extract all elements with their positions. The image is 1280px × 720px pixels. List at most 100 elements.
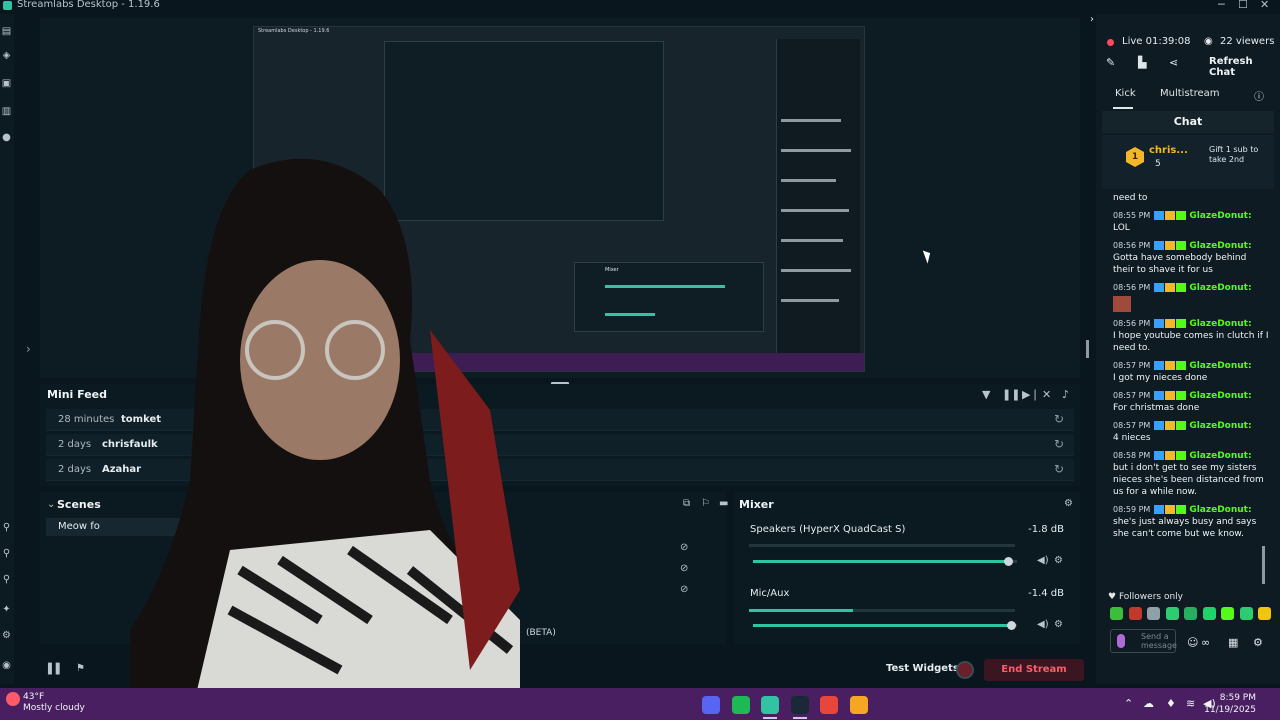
volume-icon[interactable]: ♪ [1062,388,1069,401]
performance-icon[interactable]: ▌▌ [48,664,63,675]
collapse-chevron-icon[interactable]: ⌄ [47,499,55,510]
tab-multistream[interactable]: Multistream [1160,88,1220,99]
editor-nav-icon[interactable]: ▤ [1,26,12,37]
emote-icon[interactable] [1239,607,1253,620]
end-stream-button[interactable]: End Stream [984,659,1084,681]
tab-kick[interactable]: Kick [1115,88,1136,99]
collapse-dock-chevron-icon[interactable]: › [1090,14,1094,25]
fl-studio-icon[interactable] [849,696,868,714]
emote-icon[interactable] [1110,607,1123,620]
cloud-icon[interactable]: ☁ [1143,697,1154,710]
emote-icon[interactable] [1184,607,1197,620]
mute-alerts-icon[interactable]: ✕ [1042,388,1051,401]
emote-icon[interactable] [1165,607,1179,620]
chat-message-list: need to 08:55 PM GlazeDonut: LOL 08:56 PM Gl… [1102,190,1274,586]
emote-icon[interactable] [1202,607,1216,620]
folder-icon[interactable]: ▬ [719,498,728,509]
maximize-icon[interactable]: ☐ [1238,0,1248,11]
app-link-icon[interactable]: ⚲ [1,522,12,533]
badge-icon [1165,283,1176,292]
chat-username[interactable]: GlazeDonut: [1189,241,1251,251]
chat-settings-icon[interactable]: ⚙ [1253,636,1263,649]
audio-settings-icon[interactable]: ⚙ [1054,555,1063,566]
emote-icon[interactable] [1221,607,1234,620]
chat-username[interactable]: GlazeDonut: [1189,391,1251,401]
chat-username[interactable]: GlazeDonut: [1189,421,1251,431]
visibility-icon[interactable]: ⊘ [680,584,688,595]
expand-left-chevron-icon[interactable]: › [26,342,31,356]
test-widgets-button[interactable]: Test Widgets [886,663,959,674]
steam-icon[interactable] [790,696,809,714]
mute-icon[interactable]: ◀) [1037,555,1049,566]
themes-nav-icon[interactable]: ◈ [1,50,12,61]
microphone-tray-icon[interactable]: ♦ [1166,697,1176,710]
volume-slider-handle[interactable] [1004,557,1014,566]
filter-icon[interactable]: ▼ [982,388,990,401]
store-nav-icon[interactable]: ▣ [1,78,12,89]
streamlabs-logo-icon [3,1,12,10]
emote-icon[interactable] [1258,607,1271,620]
skip-icon[interactable]: ▶❘ [1022,388,1040,401]
volume-slider[interactable] [753,621,1017,630]
layout-nav-icon[interactable]: ▥ [1,106,12,117]
emote-picker-icon[interactable]: ☺ [1187,636,1198,649]
chat-username[interactable]: GlazeDonut: [1189,505,1251,515]
spotify-icon[interactable] [731,696,750,714]
repeat-alert-icon[interactable]: ↻ [1054,437,1064,451]
record-button[interactable] [956,661,974,679]
wifi-icon[interactable]: ≋ [1186,697,1195,710]
edit-stream-info-icon[interactable]: ✎ [1106,56,1115,69]
close-icon[interactable]: ✕ [1260,0,1269,11]
preview-chat-line [781,149,851,152]
stream-health-icon[interactable]: ⚑ [76,663,85,674]
chat-input[interactable]: Send a message [1110,629,1177,653]
volume-slider[interactable] [753,557,1017,566]
preview-chat-line [781,239,843,242]
repeat-alert-icon[interactable]: ↻ [1054,462,1064,476]
record-nav-icon[interactable]: ● [1,132,12,143]
audio-settings-icon[interactable]: ⚙ [1054,619,1063,630]
info-icon[interactable]: ⓘ [1254,88,1264,103]
link-icon[interactable]: ∞ [1201,636,1210,649]
minimize-icon[interactable]: ─ [1218,0,1225,11]
chat-username[interactable]: GlazeDonut: [1189,211,1251,221]
microphone-icon[interactable] [1117,634,1125,648]
sparkle-icon[interactable]: ✦ [1,604,12,615]
emote-icon[interactable] [1128,607,1142,620]
store-icon[interactable]: ▦ [1228,636,1238,649]
refresh-chat-button[interactable]: Refresh Chat [1209,56,1280,78]
badge-icon [1154,319,1165,328]
settings-icon[interactable]: ⚙ [1,630,12,641]
tray-overflow-icon[interactable]: ⌃ [1124,697,1133,710]
source-tool-icon[interactable]: ⚐ [701,498,710,509]
app-link-icon-2[interactable]: ⚲ [1,548,12,559]
chat-username[interactable]: GlazeDonut: [1189,283,1251,293]
visibility-icon[interactable]: ⊘ [680,563,688,574]
mute-icon[interactable]: ◀) [1037,619,1049,630]
chat-username[interactable]: GlazeDonut: [1189,451,1251,461]
chat-scrollbar[interactable] [1262,546,1265,584]
subscriber-badge-icon [1176,241,1187,250]
studio-mode-icon[interactable]: ⧉ [683,498,690,509]
app-link-icon-3[interactable]: ⚲ [1,574,12,585]
gift-sub-prompt[interactable]: Gift 1 sub to take 2nd [1209,145,1259,165]
clip-icon[interactable]: ▙ [1138,56,1146,69]
emote-icon[interactable] [1147,607,1160,620]
profile-icon[interactable]: ◉ [1,660,12,671]
volume-slider-handle[interactable] [1006,621,1016,630]
pause-icon[interactable]: ❚❚ [1002,388,1020,401]
pinned-user[interactable]: chris... [1149,145,1188,156]
weather-widget[interactable]: 43°F Mostly cloudy [23,692,85,714]
weather-icon[interactable] [6,692,20,706]
chat-username[interactable]: GlazeDonut: [1189,319,1251,329]
system-clock[interactable]: 8:59 PM 11/19/2025 [1204,692,1256,716]
chrome-icon[interactable] [820,696,838,714]
chat-username[interactable]: GlazeDonut: [1189,361,1251,371]
share-icon[interactable]: ⋖ [1169,56,1178,69]
mixer-settings-icon[interactable]: ⚙ [1064,498,1073,509]
discord-icon[interactable] [702,696,720,714]
repeat-alert-icon[interactable]: ↻ [1054,412,1064,426]
preview-scrollbar[interactable] [1086,340,1089,358]
visibility-icon[interactable]: ⊘ [680,542,688,553]
streamlabs-icon[interactable] [761,696,779,714]
